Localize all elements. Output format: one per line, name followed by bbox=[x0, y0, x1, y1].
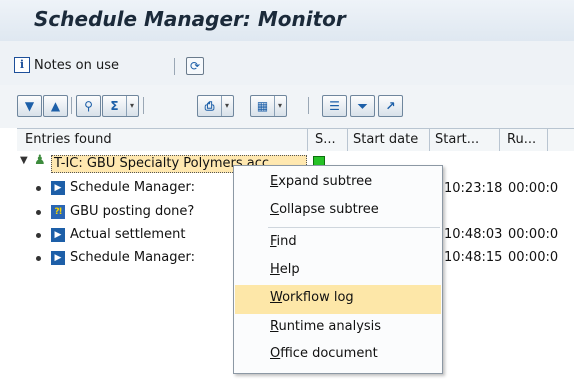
start-time-cell: 10:23:18 bbox=[444, 181, 503, 196]
menu-item-find[interactable]: Find bbox=[235, 229, 441, 258]
question-icon: ?! bbox=[51, 205, 65, 219]
menu-item-help[interactable]: Help bbox=[235, 257, 441, 286]
detail-button[interactable]: ☰ bbox=[322, 95, 347, 117]
layout-icon: ▦ bbox=[251, 96, 275, 116]
menu-separator bbox=[268, 227, 440, 228]
menu-item-label: Find bbox=[270, 234, 297, 249]
info-icon: i bbox=[14, 57, 30, 73]
sum-button[interactable]: Σ ▾ bbox=[102, 95, 139, 117]
menu-item-label: Collapse subtree bbox=[270, 202, 379, 217]
column-divider bbox=[429, 129, 430, 151]
mnemonic: W bbox=[270, 290, 283, 305]
menu-item-label: Help bbox=[270, 262, 300, 277]
tree-row-label: Schedule Manager: bbox=[70, 180, 196, 195]
menu-item-label: Runtime analysis bbox=[270, 319, 381, 334]
triangle-up-icon: ▲ bbox=[50, 99, 61, 113]
print-icon: ⎙ bbox=[198, 96, 222, 116]
column-header-start-time[interactable]: Start... bbox=[435, 132, 479, 147]
collapse-all-button[interactable]: ▲ bbox=[43, 95, 68, 117]
column-divider bbox=[499, 129, 500, 151]
runtime-cell: 00:00:0 bbox=[508, 181, 559, 196]
notes-on-use-button[interactable]: i Notes on use bbox=[14, 57, 119, 73]
bullet-icon bbox=[36, 210, 41, 215]
menu-item-workflow-log[interactable]: Workflow log bbox=[235, 285, 441, 314]
goto-button[interactable]: ↗ bbox=[378, 95, 403, 117]
dropdown-arrow-icon: ▾ bbox=[224, 101, 229, 110]
tree-row-label: GBU posting done? bbox=[70, 204, 195, 219]
runtime-cell: 00:00:0 bbox=[508, 227, 559, 242]
menu-item-runtime-analysis[interactable]: Runtime analysis bbox=[235, 314, 441, 343]
find-button[interactable]: ⚲ bbox=[76, 95, 101, 117]
menu-item-rest: untime analysis bbox=[278, 319, 382, 334]
menu-item-rest: ind bbox=[276, 234, 297, 249]
bullet-icon bbox=[36, 186, 41, 191]
menu-item-rest: ollapse subtree bbox=[279, 202, 379, 217]
collapse-caret-icon[interactable]: ▼ bbox=[20, 155, 28, 166]
mnemonic: H bbox=[270, 262, 280, 277]
dropdown-arrow-icon: ▾ bbox=[277, 101, 282, 110]
layout-button[interactable]: ▦ ▾ bbox=[250, 95, 287, 117]
notes-on-use-label: Notes on use bbox=[34, 57, 120, 73]
column-header-runtime[interactable]: Ru... bbox=[507, 132, 536, 147]
bullet-icon bbox=[36, 233, 41, 238]
runtime-cell: 00:00:0 bbox=[508, 250, 559, 265]
menu-item-rest: elp bbox=[279, 262, 300, 277]
menu-item-label: Workflow log bbox=[270, 290, 354, 305]
menu-item-rest: xpand subtree bbox=[278, 174, 373, 189]
tree-row-label: Actual settlement bbox=[70, 227, 186, 242]
column-header-entries[interactable]: Entries found bbox=[25, 132, 112, 147]
column-header-start-date[interactable]: Start date bbox=[353, 132, 418, 147]
step-icon: ▶ bbox=[51, 181, 65, 195]
step-icon: ▶ bbox=[51, 228, 65, 242]
print-button[interactable]: ⎙ ▾ bbox=[197, 95, 234, 117]
menu-item-label: Office document bbox=[270, 346, 378, 361]
binoculars-icon: ⚲ bbox=[84, 99, 93, 113]
menu-item-rest: ffice document bbox=[280, 346, 378, 361]
person-icon: ♟ bbox=[34, 153, 46, 168]
page-title: Schedule Manager: Monitor bbox=[34, 7, 346, 31]
column-header-status[interactable]: S... bbox=[315, 132, 336, 147]
context-menu: Expand subtree Collapse subtree Find Hel… bbox=[233, 165, 443, 374]
toolbar-separator bbox=[71, 97, 72, 114]
menu-item-label: Expand subtree bbox=[270, 174, 372, 189]
column-divider bbox=[547, 129, 548, 151]
toolbar-separator bbox=[308, 97, 309, 114]
filter-icon: ⏷ bbox=[357, 99, 368, 113]
toolbar-separator bbox=[143, 97, 144, 114]
detail-icon: ☰ bbox=[329, 99, 340, 113]
start-time-cell: 10:48:15 bbox=[444, 250, 503, 265]
refresh-icon[interactable]: ⟳ bbox=[186, 57, 204, 75]
menu-item-office-document[interactable]: Office document bbox=[235, 341, 441, 370]
step-icon: ▶ bbox=[51, 251, 65, 265]
arrow-icon: ↗ bbox=[385, 99, 396, 113]
tree-row-label: Schedule Manager: bbox=[70, 250, 196, 265]
menu-item-expand-subtree[interactable]: Expand subtree bbox=[235, 169, 441, 198]
menu-item-collapse-subtree[interactable]: Collapse subtree bbox=[235, 197, 441, 226]
sum-icon: Σ bbox=[103, 96, 127, 116]
toolbar-separator bbox=[174, 58, 175, 75]
mnemonic: C bbox=[270, 202, 280, 217]
menu-item-rest: orkflow log bbox=[282, 290, 354, 305]
mnemonic: O bbox=[270, 346, 281, 361]
bullet-icon bbox=[36, 256, 41, 261]
expand-all-button[interactable]: ▼ bbox=[17, 95, 42, 117]
grid-header: Entries found S... Start date Start... R… bbox=[17, 128, 574, 152]
column-divider bbox=[307, 129, 308, 151]
filter-button[interactable]: ⏷ bbox=[350, 95, 375, 117]
title-bar: Schedule Manager: Monitor bbox=[0, 0, 574, 42]
column-divider bbox=[347, 129, 348, 151]
start-time-cell: 10:48:03 bbox=[444, 227, 503, 242]
mnemonic: E bbox=[270, 174, 279, 189]
triangle-down-icon: ▼ bbox=[24, 99, 35, 113]
dropdown-arrow-icon: ▾ bbox=[129, 101, 134, 110]
